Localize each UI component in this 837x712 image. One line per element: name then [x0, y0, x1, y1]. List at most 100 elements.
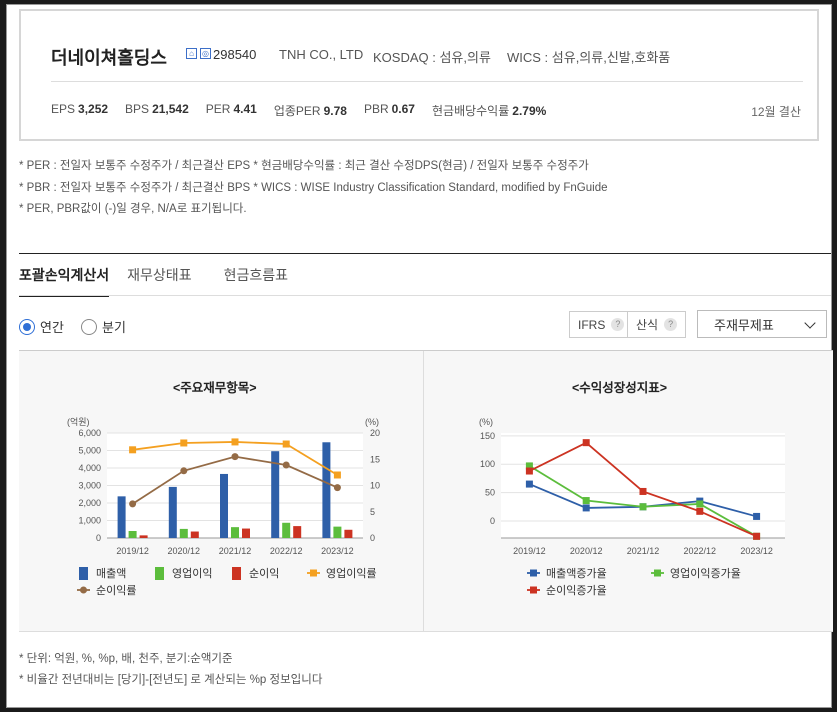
x-tick-label: 2020/12: [168, 546, 201, 556]
legend-label: 영업이익률: [326, 567, 377, 580]
home-icon[interactable]: ⌂: [186, 48, 197, 59]
stock-code: 298540: [213, 47, 257, 62]
bar-영업이익: [282, 522, 291, 538]
legend-marker: [654, 569, 661, 577]
bar-영업이익: [231, 527, 239, 538]
x-tick-label: 2020/12: [570, 546, 603, 556]
metric-per: PER 4.41: [205, 102, 257, 116]
settlement-month: 12월 결산: [751, 105, 801, 119]
help-icon[interactable]: ?: [611, 318, 625, 331]
point-매출액증가율: [525, 480, 533, 488]
left-tick-label: 5,000: [78, 446, 101, 456]
legend-label: 영업이익: [172, 567, 212, 580]
right-tick-label: 10: [370, 481, 380, 491]
legend-marker: [310, 569, 317, 577]
help-icon[interactable]: ?: [664, 318, 678, 331]
point-순이익증가율: [639, 487, 647, 495]
radio-checked-icon[interactable]: [19, 318, 35, 335]
left-axis-label: (억원): [67, 416, 90, 427]
wics-classification: WICS : 섬유,의류,신발,호화품: [507, 50, 671, 65]
legend-marker: [530, 586, 537, 594]
bar-순이익: [344, 529, 353, 538]
tab-underline: [19, 295, 831, 296]
tab-income-statement[interactable]: 포괄손익계산서: [19, 265, 110, 297]
section-divider: [19, 253, 831, 254]
page-container: 더네이쳐홀딩스 ⌂ ◎ 298540 TNH CO., LTD KOSDAQ :…: [6, 4, 833, 708]
x-tick-label: 2023/12: [740, 546, 773, 556]
radio-unchecked-icon[interactable]: [81, 318, 97, 335]
y-tick-label: 150: [480, 431, 495, 441]
bar-매출액: [168, 486, 177, 538]
formula-label: 산식: [636, 318, 659, 332]
irb-icon[interactable]: ◎: [200, 48, 211, 59]
statement-tabs: 포괄손익계산서 재무상태표 현금흐름표: [19, 265, 320, 297]
footnote-ratio: * 비율간 전년대비는 [당기]-[전년도] 로 계산되는 %p 정보입니다: [19, 674, 323, 686]
statement-type-select[interactable]: 주재무제표: [697, 310, 827, 338]
y-tick-label: 50: [485, 488, 495, 498]
metric-industry-per: 업종PER 9.78: [273, 104, 347, 118]
point-순이익률: [282, 461, 290, 469]
x-tick-label: 2023/12: [321, 546, 354, 556]
financial-items-chart: 01,0002,0003,0004,0005,0006,00005101520(…: [67, 416, 380, 597]
left-tick-label: 1,000: [78, 516, 101, 526]
y-axis-label: (%): [479, 417, 493, 427]
point-영업이익률: [231, 438, 239, 446]
right-tick-label: 20: [370, 428, 380, 438]
left-tick-label: 3,000: [78, 481, 101, 491]
market-classification: KOSDAQ : 섬유,의류: [373, 50, 491, 65]
bar-순이익: [242, 528, 250, 538]
metric-eps: EPS 3,252: [51, 102, 109, 116]
bar-영업이익: [333, 526, 342, 538]
x-tick-label: 2019/12: [513, 546, 546, 556]
plot-background: [501, 433, 785, 538]
bar-순이익: [139, 535, 148, 538]
point-순이익률: [129, 500, 137, 508]
radio-quarterly[interactable]: 분기: [81, 317, 126, 336]
right-tick-label: 5: [370, 507, 375, 517]
legend-label: 매출액: [96, 567, 126, 580]
legend-marker: [530, 569, 537, 577]
point-영업이익률: [180, 439, 188, 447]
x-tick-label: 2022/12: [270, 546, 303, 556]
point-영업이익증가율: [696, 500, 704, 508]
metrics-row: EPS 3,252 BPS 21,542 PER 4.41 업종PER 9.78 PBR…: [51, 102, 546, 119]
x-tick-label: 2019/12: [116, 546, 149, 556]
point-영업이익증가율: [639, 503, 647, 511]
x-tick-label: 2022/12: [684, 546, 717, 556]
point-매출액증가율: [753, 512, 761, 520]
growth-indicators-chart: 0 50 100 150 (%) 2019/12 2020/12 2021/12 2022/12…: [479, 417, 785, 597]
point-순이익증가율: [525, 467, 533, 475]
point-영업이익증가율: [582, 497, 590, 505]
chevron-down-icon: [804, 317, 816, 329]
right-tick-label: 0: [370, 533, 375, 543]
bar-매출액: [117, 496, 126, 538]
x-tick-label: 2021/12: [627, 546, 660, 556]
point-순이익증가율: [753, 532, 761, 540]
legend-swatch: [232, 567, 241, 580]
point-순이익증가율: [696, 507, 704, 515]
tab-balance-sheet[interactable]: 재무상태표: [127, 265, 191, 297]
left-tick-label: 2,000: [78, 498, 101, 508]
statement-type-value: 주재무제표: [714, 317, 774, 333]
radio-annual[interactable]: 연간: [19, 317, 64, 336]
ifrs-toggle[interactable]: IFRS?: [569, 311, 634, 338]
company-english-name: TNH CO., LTD: [279, 47, 364, 62]
bar-영업이익: [128, 531, 137, 538]
note-na: * PER, PBR값이 (-)일 경우, N/A로 표기됩니다.: [19, 203, 247, 215]
y-tick-label: 0: [490, 516, 495, 526]
footnote-units: * 단위: 억원, %, %p, 배, 천주, 분기:순액기준: [19, 653, 233, 665]
company-summary-box: 더네이쳐홀딩스 ⌂ ◎ 298540 TNH CO., LTD KOSDAQ :…: [19, 9, 819, 141]
point-순이익증가율: [582, 439, 590, 447]
note-per: * PER : 전일자 보통주 수정주가 / 최근결산 EPS * 현금배당수익…: [19, 160, 589, 172]
bar-영업이익: [179, 528, 188, 538]
left-tick-label: 6,000: [78, 428, 101, 438]
right-tick-label: 15: [370, 454, 380, 464]
chart-area: <주요재무항목> <수익성장성지표> 0 1,000 2,000 3,000 4,000…: [19, 350, 833, 632]
formula-toggle[interactable]: 산식?: [627, 311, 687, 338]
point-매출액증가율: [582, 504, 590, 512]
legend-label: 영업이익증가율: [670, 567, 741, 580]
x-tick-label: 2021/12: [219, 546, 252, 556]
tab-cash-flow[interactable]: 현금흐름표: [224, 265, 288, 297]
legend-label: 순이익증가율: [546, 584, 607, 597]
left-tick-label: 4,000: [78, 463, 101, 473]
